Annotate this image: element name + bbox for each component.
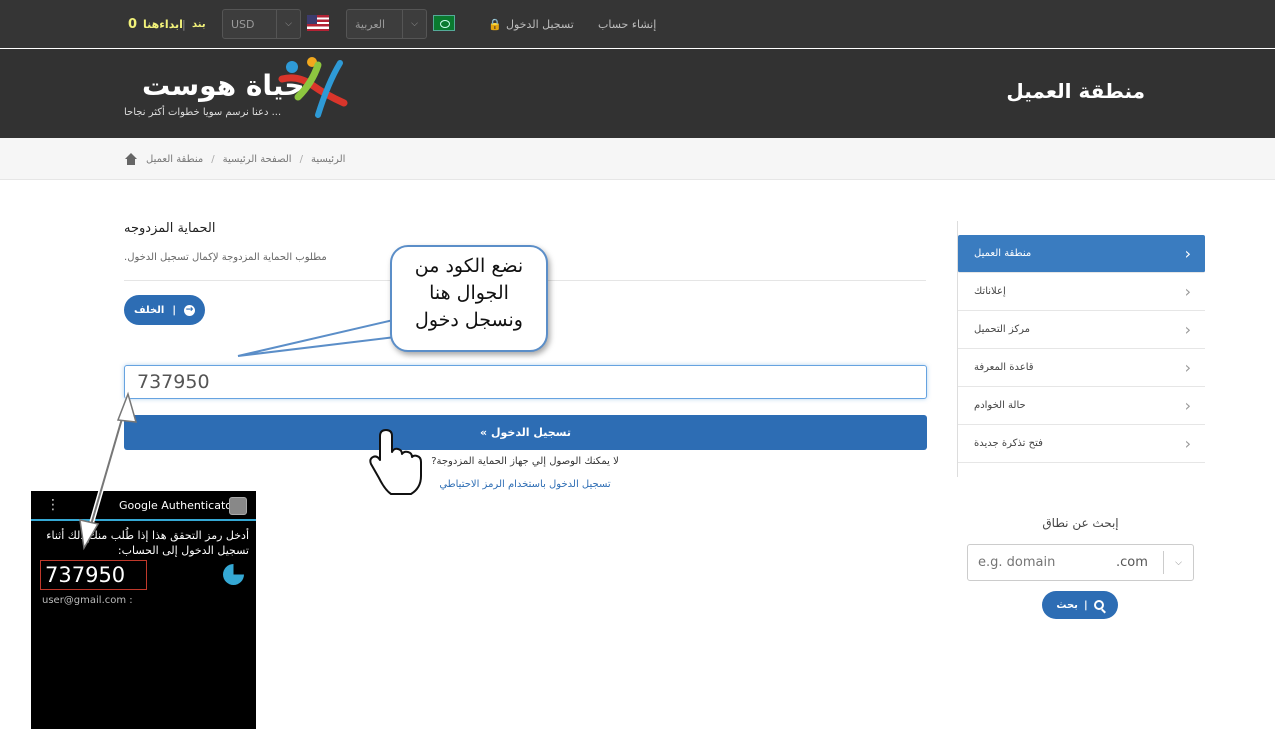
sidebar-item-knowledgebase[interactable]: قاعدة المعرفة › [958,349,1205,387]
page-title: منطقة العميل [1006,79,1145,103]
callout-line: ونسجل دخول [415,309,523,331]
app-icon [229,497,247,515]
chevron-down-icon: ⌵ [276,10,300,38]
chevron-right-icon: › [1184,320,1191,339]
chevron-down-icon: ⌵ [402,10,426,38]
sidebar-item-label: قاعدة المعرفة [974,362,1034,373]
authenticator-phone-screen: ⋮ Google Authenticator أدخل رمز التحقق ه… [31,491,256,729]
menu-icon: ⋮ [46,497,60,513]
login-button[interactable]: « تسجيل الدخول [124,415,927,450]
cart-link[interactable]: 0 ابداءهنا [124,0,183,48]
lock-icon: 🔒 [488,17,502,31]
sidebar-item-label: فتح تذكرة جديدة [974,438,1043,449]
chevron-down-icon[interactable]: ⌵ [1163,551,1193,574]
arrow-circle-icon: → [184,304,196,316]
domain-search-button[interactable]: بحث | [1042,591,1118,619]
breadcrumb-separator: / [299,153,303,165]
sidebar-item-server-status[interactable]: حالة الخوادم › [958,387,1205,425]
authenticator-account: user@gmail.com : [42,595,133,606]
sidebar-item-label: إعلاناتك [974,286,1006,297]
authenticator-prompt: أدخل رمز التحقق هذا إذا طُلب منك ذلك أثن… [46,529,249,557]
home-icon[interactable] [124,153,138,165]
logo-mark-icon [278,57,348,118]
breadcrumb-item[interactable]: الصفحة الرئيسية [223,154,292,165]
register-link[interactable]: إنشاء حساب [598,0,656,48]
domain-search-title: إبحث عن نطاق [1042,516,1119,530]
language-value: العربية [355,17,386,31]
callout-bubble: نضع الكود من الجوال هنا ونسجل دخول [390,245,548,352]
breadcrumb-item[interactable]: الرئيسية [311,154,345,165]
sidebar: منطقة العميل › إعلاناتك › مركز التحميل ›… [957,221,1205,477]
no-device-text: ?لا يمكنك الوصول إلي جهاز الحماية المزدو… [431,456,619,467]
app-name: Google Authenticator [119,499,237,512]
back-button[interactable]: الخلف | → [124,295,205,325]
topbar-separator: | [182,17,186,31]
sidebar-item-announcements[interactable]: إعلاناتك › [958,273,1205,311]
band-label[interactable]: بند [192,0,206,48]
breadcrumb-item: منطقة العميل [146,153,204,165]
section-subtitle: .مطلوب الحماية المزدوجة لإكمال تسجيل الد… [124,252,327,263]
timer-pie-icon [223,564,244,585]
top-bar: 0 ابداءهنا | بند USD ⌵ ⌵ العربية 🔒 تسجيل… [0,0,1275,48]
chevron-right-icon: › [1184,244,1191,263]
callout-line: نضع الكود من [414,255,524,277]
logo-tagline: دعنا نرسم سويا خطوات أكثر نجاحا ... [124,107,282,118]
chevron-right-icon: › [1184,396,1191,415]
chevron-right-icon: › [1184,358,1191,377]
app-bar: ⋮ Google Authenticator [31,491,256,521]
sidebar-item-label: منطقة العميل [974,248,1032,259]
chevron-right-icon: › [1184,434,1191,453]
breadcrumb-bar: منطقة العميل / الصفحة الرئيسية / الرئيسي… [0,138,1275,180]
sidebar-item-label: مركز التحميل [974,324,1031,335]
search-button-label: بحث [1056,599,1078,611]
section-title: الحماية المزدوجه [124,221,216,236]
currency-value: USD [231,17,255,31]
breadcrumb-separator: / [211,153,215,165]
search-button-separator: | [1083,599,1088,611]
cart-label: ابداءهنا [143,17,183,31]
back-separator: | [172,304,177,316]
authenticator-code: 737950 [40,560,147,590]
site-header: حياة هوست دعنا نرسم سويا خطوات أكثر نجاح… [0,49,1275,138]
currency-select[interactable]: USD ⌵ [222,9,301,39]
us-flag-icon [307,15,329,31]
cart-count: 0 [128,16,138,32]
domain-search-box: .com ⌵ [967,544,1194,581]
sidebar-item-downloads[interactable]: مركز التحميل › [958,311,1205,349]
login-link[interactable]: تسجيل الدخول [506,0,574,48]
back-label: الخلف [133,304,165,316]
search-icon [1093,600,1104,610]
domain-input[interactable] [978,555,1108,570]
language-select[interactable]: ⌵ العربية [346,9,427,39]
saudi-flag-icon [433,15,455,31]
two-factor-code-input[interactable] [124,365,927,399]
sidebar-item-open-ticket[interactable]: فتح تذكرة جديدة › [958,425,1205,463]
backup-code-link[interactable]: تسجيل الدخول باستخدام الرمز الاحتياطي [0,479,1050,490]
callout-line: الجوال هنا [429,282,509,304]
sidebar-item-label: حالة الخوادم [974,400,1026,411]
breadcrumb: منطقة العميل / الصفحة الرئيسية / الرئيسي… [124,138,345,180]
sidebar-item-client-area[interactable]: منطقة العميل › [958,235,1205,273]
chevron-right-icon: › [1184,282,1191,301]
tld-select[interactable]: .com [1116,555,1148,570]
